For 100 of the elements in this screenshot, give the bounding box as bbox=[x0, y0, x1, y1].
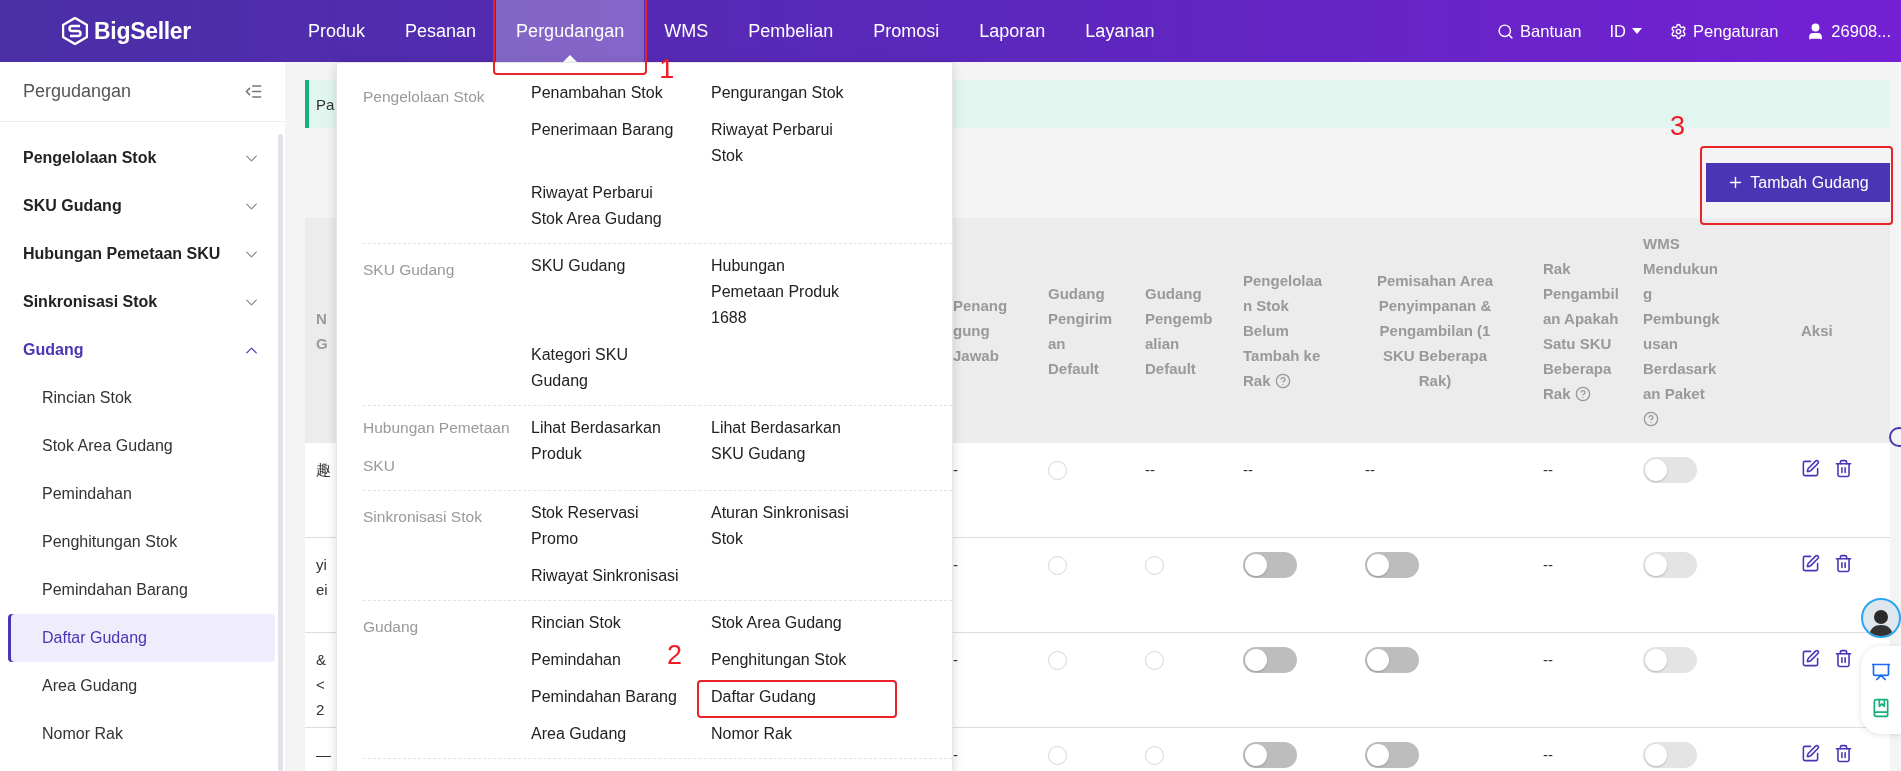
column-header: Aksi bbox=[1801, 321, 1834, 341]
edit-icon[interactable] bbox=[1801, 649, 1820, 668]
radio-button[interactable] bbox=[1048, 556, 1067, 575]
radio-button[interactable] bbox=[1048, 746, 1067, 765]
settings-link[interactable]: Pengaturan bbox=[1670, 21, 1779, 41]
table-cell-text: & < 2 bbox=[316, 650, 327, 720]
menu-item[interactable]: Pengurangan Stok bbox=[711, 80, 844, 106]
delete-icon[interactable] bbox=[1834, 554, 1853, 573]
nav-tab[interactable]: Layanan bbox=[1065, 0, 1175, 62]
collapse-icon[interactable] bbox=[244, 82, 263, 101]
menu-item[interactable]: Lihat Berdasarkan SKU Gudang bbox=[711, 415, 857, 479]
banner-text: Pa bbox=[316, 95, 335, 113]
edit-icon[interactable] bbox=[1801, 459, 1820, 478]
logo-icon bbox=[62, 17, 88, 45]
help-link[interactable]: Bantuan bbox=[1497, 21, 1582, 41]
table-cell-text: yi ei bbox=[316, 555, 328, 600]
language-select[interactable]: ID bbox=[1609, 21, 1643, 41]
table-cell-text: - bbox=[953, 745, 958, 765]
radio-button[interactable] bbox=[1048, 651, 1067, 670]
menu-item[interactable]: Stok Area Gudang bbox=[711, 610, 842, 636]
table-cell-text: - bbox=[953, 650, 958, 670]
toggle-switch[interactable] bbox=[1243, 552, 1297, 578]
sidebar-item[interactable]: Nomor Rak bbox=[8, 710, 275, 758]
nav-tab[interactable]: Promosi bbox=[853, 0, 960, 62]
sidebar-item[interactable]: Daftar Gudang bbox=[8, 614, 275, 662]
nav-tab[interactable]: Laporan bbox=[959, 0, 1066, 62]
nav-tab[interactable]: Pesanan bbox=[385, 0, 497, 62]
menu-section-label: Hubungan Pemetaan SKU bbox=[363, 418, 511, 476]
sidebar-item[interactable]: Rincian Stok bbox=[8, 374, 275, 422]
caret-icon bbox=[1632, 28, 1643, 34]
sidebar-item[interactable]: Penghitungan Stok bbox=[8, 518, 275, 566]
menu-section-label: Pengelolaan Stok bbox=[363, 87, 486, 107]
menu-item[interactable]: Riwayat Sinkronisasi bbox=[531, 563, 679, 589]
table-cell-text: 趣 bbox=[316, 460, 331, 480]
column-header: Pengelolaan Stok Belum Tambah ke Rak bbox=[1243, 271, 1324, 391]
edit-icon[interactable] bbox=[1801, 554, 1820, 573]
column-header: Pemisahan Area Penyimpanan & Pengambilan (1 SKU Beberapa Rak) bbox=[1375, 271, 1495, 391]
toggle-switch[interactable] bbox=[1365, 647, 1419, 673]
menu-item[interactable]: Nomor Rak bbox=[711, 721, 792, 747]
menu-item[interactable]: Kategori SKU Gudang bbox=[531, 342, 683, 394]
column-header: Gudang Pengembalian Default bbox=[1145, 283, 1214, 379]
menu-item[interactable]: SKU Gudang bbox=[531, 253, 626, 331]
sidebar-item[interactable]: Pemindahan bbox=[8, 470, 275, 518]
menu-item[interactable]: Pemindahan Barang bbox=[531, 684, 677, 710]
column-header: N G bbox=[316, 308, 328, 354]
menu-section-label: Sinkronisasi Stok bbox=[363, 507, 483, 527]
menu-item[interactable]: Penambahan Stok bbox=[531, 80, 663, 106]
toggle-switch[interactable] bbox=[1243, 647, 1297, 673]
nav-tab[interactable]: Pergudangan bbox=[496, 0, 645, 62]
menu-item[interactable]: Riwayat Perbarui Stok Area Gudang bbox=[531, 180, 683, 232]
user-menu[interactable]: 26908... bbox=[1806, 21, 1891, 41]
toggle-switch[interactable] bbox=[1243, 742, 1297, 768]
table-cell-text: — bbox=[316, 745, 331, 765]
annotation-number: 2 bbox=[667, 642, 683, 669]
menu-section-label: Gudang bbox=[363, 617, 420, 637]
menu-item[interactable]: Stok Reservasi Promo bbox=[531, 500, 683, 552]
menu-item[interactable]: Aturan Sinkronisasi Stok bbox=[711, 500, 857, 552]
column-header: WMS Mendukung Pembungkusan Berdasarkan Paket bbox=[1643, 230, 1721, 431]
sidebar-item[interactable]: Stok Area Gudang bbox=[8, 422, 275, 470]
sidebar-group[interactable]: SKU Gudang bbox=[0, 182, 285, 230]
book-icon[interactable] bbox=[1871, 698, 1891, 718]
sidebar-item[interactable]: Pemindahan Barang bbox=[8, 566, 275, 614]
nav-tab[interactable]: Pembelian bbox=[728, 0, 854, 62]
table-cell-text: -- bbox=[1543, 745, 1553, 765]
sidebar-title: Pergudangan bbox=[23, 81, 132, 102]
menu-item[interactable]: Daftar Gudang bbox=[711, 688, 816, 705]
delete-icon[interactable] bbox=[1834, 459, 1853, 478]
radio-button[interactable] bbox=[1145, 556, 1164, 575]
menu-item[interactable]: Penerimaan Barang bbox=[531, 117, 674, 169]
support-avatar[interactable] bbox=[1861, 598, 1901, 638]
table-cell-text: -- bbox=[1543, 555, 1553, 575]
menu-item[interactable]: Lihat Berdasarkan Produk bbox=[531, 415, 683, 479]
toggle-switch[interactable] bbox=[1365, 552, 1419, 578]
edit-icon[interactable] bbox=[1801, 744, 1820, 763]
add-warehouse-button[interactable]: Tambah Gudang bbox=[1706, 163, 1890, 202]
delete-icon[interactable] bbox=[1834, 744, 1853, 763]
menu-item[interactable]: Area Gudang bbox=[531, 721, 627, 747]
sidebar-group[interactable]: Hubungan Pemetaan SKU bbox=[0, 230, 285, 278]
sidebar-group[interactable]: Gudang bbox=[0, 326, 285, 374]
radio-button[interactable] bbox=[1145, 746, 1164, 765]
menu-item[interactable]: Penghitungan Stok bbox=[711, 647, 847, 673]
table-cell-text: -- bbox=[1145, 460, 1155, 480]
menu-item[interactable]: Pemindahan bbox=[531, 647, 621, 673]
toggle-switch[interactable] bbox=[1365, 742, 1419, 768]
radio-button[interactable] bbox=[1145, 651, 1164, 670]
radio-button[interactable] bbox=[1048, 461, 1067, 480]
nav-tab[interactable]: Produk bbox=[288, 0, 386, 62]
sidebar-item[interactable]: Area Gudang bbox=[8, 662, 275, 710]
menu-item[interactable]: Riwayat Perbarui Stok bbox=[711, 117, 857, 169]
menu-section-label: SKU Gudang bbox=[363, 260, 456, 280]
sidebar-group[interactable]: Sinkronisasi Stok bbox=[0, 278, 285, 326]
delete-icon[interactable] bbox=[1834, 649, 1853, 668]
sidebar-group[interactable]: Pengelolaan Stok bbox=[0, 134, 285, 182]
menu-item[interactable]: Rincian Stok bbox=[531, 610, 621, 636]
search-icon bbox=[1497, 22, 1515, 40]
column-header: Rak Pengambilan Apakah Satu SKU Beberapa Rak bbox=[1543, 258, 1620, 404]
table-cell-text: - bbox=[953, 460, 958, 480]
board-icon[interactable] bbox=[1871, 662, 1891, 682]
annotation-number: 1 bbox=[659, 56, 675, 83]
menu-item[interactable]: Hubungan Pemetaan Produk 1688 bbox=[711, 253, 857, 331]
